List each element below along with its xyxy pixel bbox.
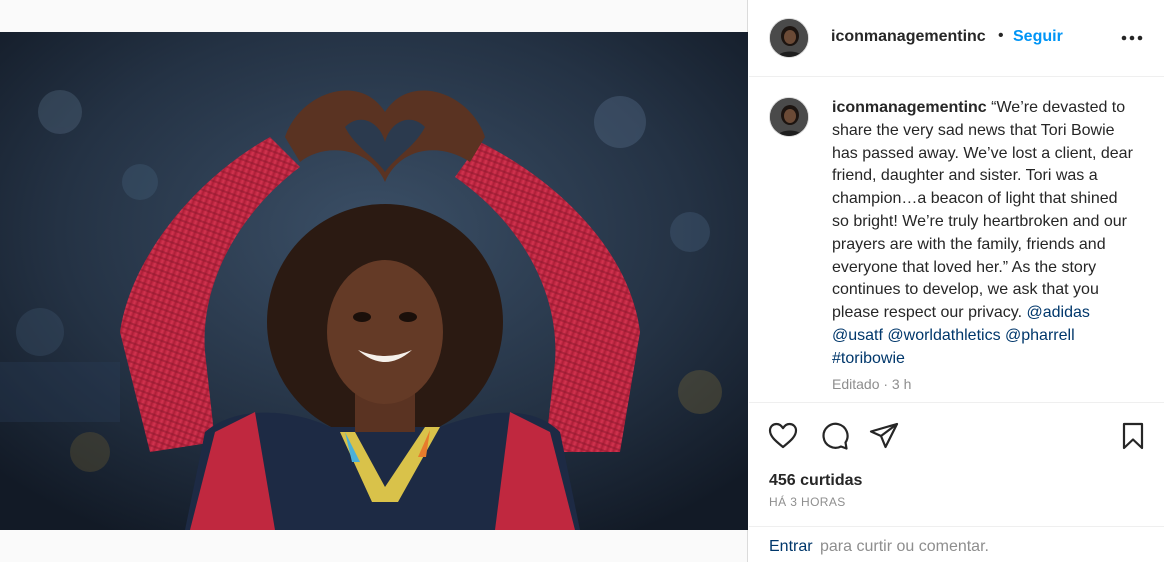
post-photo[interactable]	[0, 32, 748, 530]
likes-count[interactable]: 456 curtidas	[769, 472, 862, 490]
follow-button[interactable]: Seguir	[1013, 28, 1063, 46]
caption-author-avatar[interactable]	[769, 97, 809, 137]
post-caption: iconmanagementinc “We’re devasted to sha…	[749, 78, 1164, 402]
mention-usatf[interactable]: @usatf	[832, 327, 883, 344]
post-media-pane	[0, 0, 748, 562]
separator-dot: •	[998, 27, 1004, 44]
caption-edited-time: Editado · 3 h	[832, 376, 912, 392]
author-username[interactable]: iconmanagementinc	[831, 28, 986, 46]
caption-username[interactable]: iconmanagementinc	[832, 99, 987, 116]
post-time[interactable]: HÁ 3 HORAS	[769, 495, 846, 509]
mention-adidas[interactable]: @adidas	[1026, 304, 1089, 321]
speech-bubble-icon[interactable]	[818, 420, 850, 452]
login-prompt-text: para curtir ou comentar.	[820, 538, 989, 555]
post-side-panel: iconmanagementinc • Seguir iconmanagemen…	[749, 0, 1164, 562]
paper-plane-icon[interactable]	[868, 420, 900, 452]
author-avatar[interactable]	[769, 18, 809, 58]
caption-body: “We’re devasted to share the very sad ne…	[832, 99, 1133, 322]
bookmark-icon[interactable]	[1117, 420, 1149, 452]
hashtag-toribowie[interactable]: #toribowie	[832, 350, 905, 367]
login-link[interactable]: Entrar	[769, 538, 813, 556]
mention-pharrell[interactable]: @pharrell	[1005, 327, 1075, 344]
login-prompt: Entrar para curtir ou comentar.	[749, 526, 1164, 562]
post-actions: 456 curtidas HÁ 3 HORAS	[749, 402, 1164, 526]
ellipsis-icon[interactable]	[1119, 26, 1145, 50]
heart-outline-icon[interactable]	[767, 420, 799, 452]
caption-text: iconmanagementinc “We’re devasted to sha…	[832, 97, 1137, 371]
mention-worldathletics[interactable]: @worldathletics	[887, 327, 1000, 344]
athlete-heart-hands-image	[0, 32, 748, 530]
post-header: iconmanagementinc • Seguir	[749, 0, 1164, 77]
